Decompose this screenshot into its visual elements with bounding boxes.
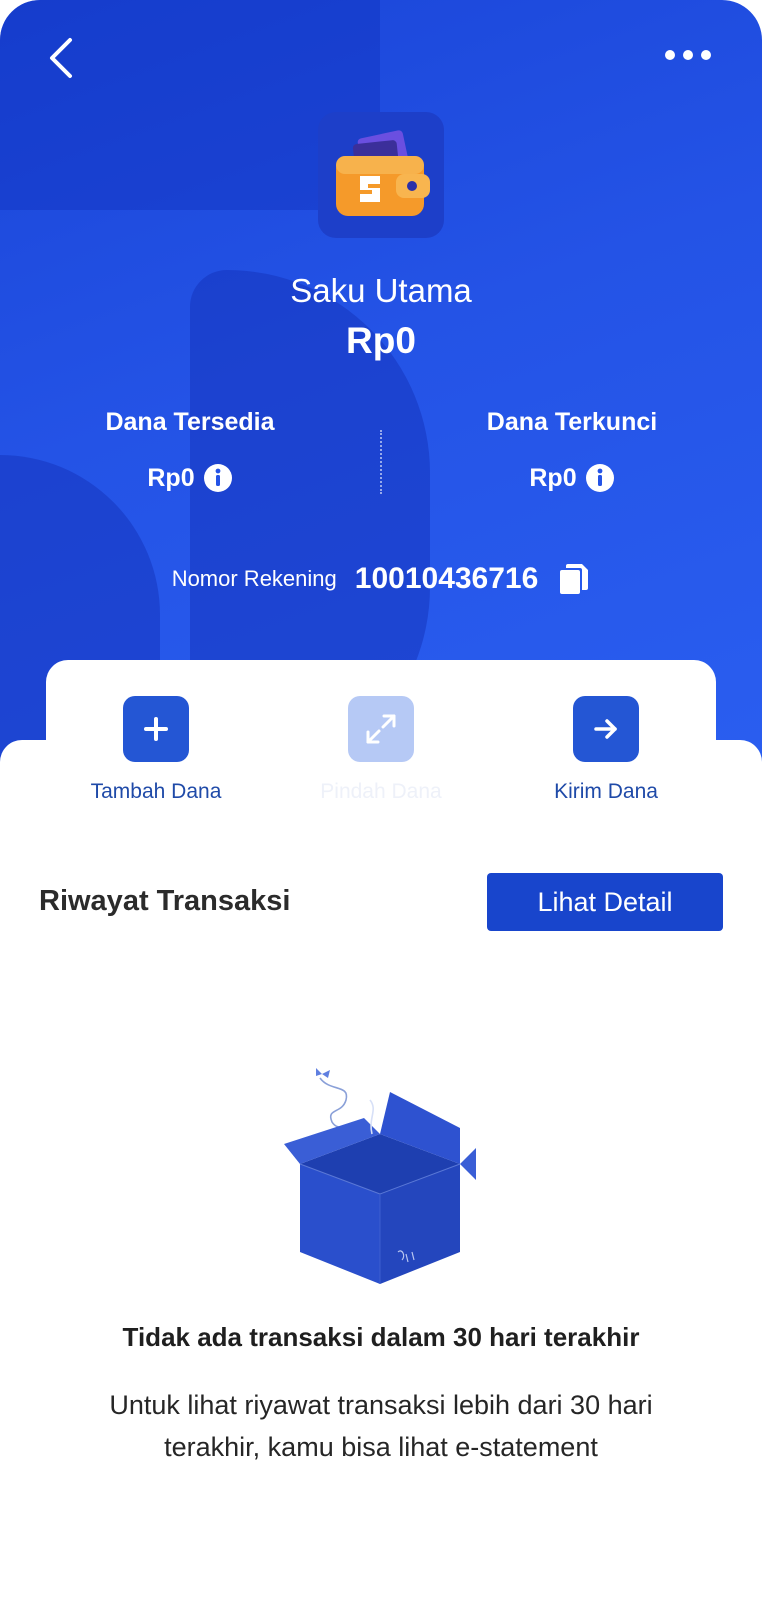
funds-divider <box>380 430 382 494</box>
view-detail-button[interactable]: Lihat Detail <box>487 873 723 931</box>
transfer-arrows-icon <box>366 714 396 744</box>
locked-funds-value: Rp0 <box>529 463 577 492</box>
locked-funds: Dana Terkunci Rp0 <box>422 408 722 493</box>
add-funds-button[interactable]: Tambah Dana <box>46 696 266 804</box>
plus-icon <box>144 717 168 741</box>
wallet-icon <box>336 130 430 216</box>
info-icon[interactable] <box>585 463 615 493</box>
pocket-balance: Rp0 <box>346 320 416 361</box>
pocket-name: Saku Utama <box>290 272 472 309</box>
open-box-illustration <box>284 1068 476 1284</box>
more-options-button[interactable] <box>662 40 714 70</box>
add-funds-label: Tambah Dana <box>90 780 222 803</box>
account-number: 10010436716 <box>354 562 539 595</box>
pocket-icon-tile <box>318 112 444 238</box>
empty-state-description: Untuk lihat riyawat transaksi lebih dari… <box>109 1390 653 1462</box>
available-funds-label: Dana Tersedia <box>105 408 275 436</box>
transaction-history-title: Riwayat Transaksi <box>39 885 291 917</box>
info-icon[interactable] <box>203 463 233 493</box>
arrow-right-icon <box>594 719 617 739</box>
send-funds-button[interactable]: Kirim Dana <box>496 696 716 804</box>
chevron-left-icon <box>50 38 72 78</box>
back-button[interactable] <box>40 32 84 84</box>
locked-funds-label: Dana Terkunci <box>486 408 658 436</box>
move-funds-label: Pindah Dana <box>320 780 442 803</box>
available-funds-value: Rp0 <box>147 463 195 492</box>
send-funds-label: Kirim Dana <box>554 780 658 803</box>
copy-icon[interactable] <box>558 562 590 596</box>
move-funds-button[interactable]: Pindah Dana <box>271 696 491 804</box>
empty-state-title: Tidak ada transaksi dalam 30 hari terakh… <box>122 1322 640 1352</box>
quick-actions: Tambah Dana Pindah Dana Kirim Dana <box>46 696 716 804</box>
add-funds-icon-button[interactable] <box>123 696 189 762</box>
account-number-label: Nomor Rekening <box>171 566 337 591</box>
more-horizontal-icon <box>665 50 711 60</box>
available-funds: Dana Tersedia Rp0 <box>40 408 340 493</box>
move-funds-icon-button[interactable] <box>348 696 414 762</box>
send-funds-icon-button[interactable] <box>573 696 639 762</box>
account-number-row: Nomor Rekening 10010436716 <box>0 562 762 596</box>
